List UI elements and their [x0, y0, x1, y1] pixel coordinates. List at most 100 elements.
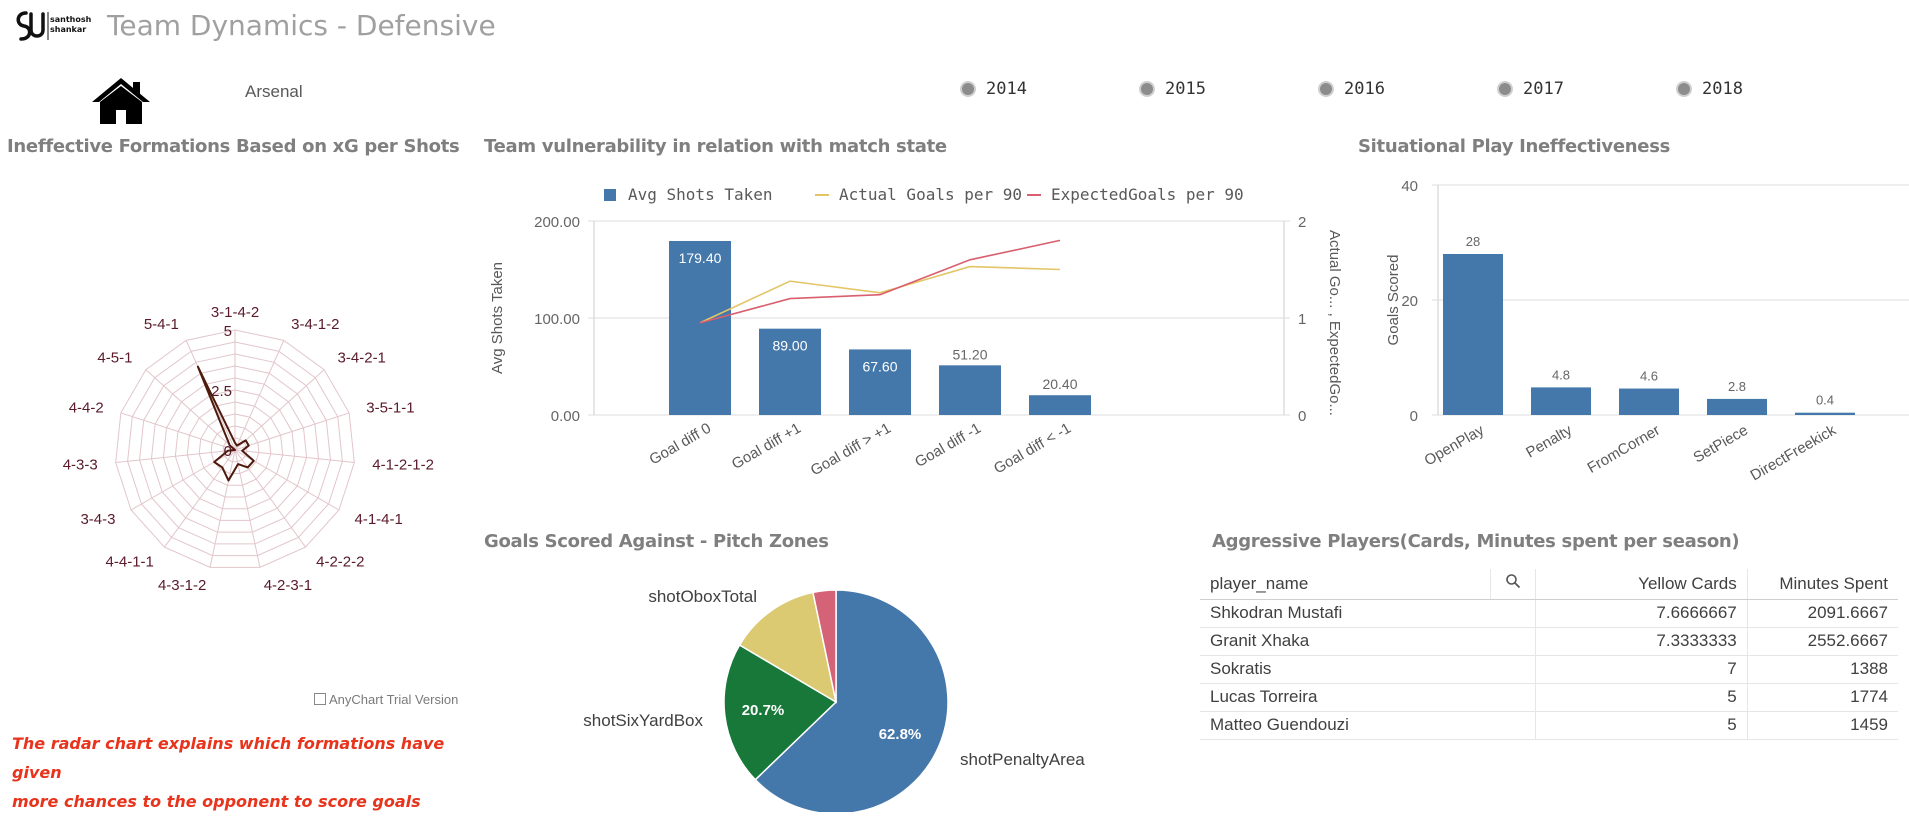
x-tick-label: FromCorner	[1584, 422, 1663, 477]
table-row[interactable]: Shkodran Mustafi 7.6666667 2091.6667	[1200, 599, 1898, 628]
radar-axis-label: 5-4-1	[144, 316, 179, 333]
search-icon[interactable]	[1505, 573, 1521, 589]
legend-label: Avg Shots Taken	[628, 185, 773, 204]
pie-value-label: 20.7%	[742, 702, 785, 719]
bar-avg-shots[interactable]	[669, 240, 731, 415]
y-tick-label: 20	[1401, 293, 1418, 310]
y-tick-label: 40	[1401, 178, 1418, 195]
column-search-cell[interactable]	[1490, 569, 1536, 600]
vulnerability-panel-title: Team vulnerability in relation with matc…	[484, 136, 947, 157]
radar-spoke	[234, 340, 285, 451]
radar-chart: 3-1-4-2 3-4-1-2 3-4-2-1 3-5-1-1 4-1-2-1-2 4-1…	[63, 304, 434, 594]
x-tick-label: DirectFreekick	[1747, 421, 1839, 484]
radar-axis-label: 3-4-3	[80, 511, 115, 528]
home-icon	[92, 78, 150, 124]
bar-data-label: 20.40	[1042, 376, 1077, 392]
radio-icon	[1139, 81, 1155, 97]
pie-category-label: shotOboxTotal	[648, 587, 757, 606]
radar-spoke	[145, 369, 236, 451]
bar-data-label: 179.40	[679, 250, 722, 266]
line-expected-goals	[699, 239, 1061, 324]
y-tick-label: 100.00	[534, 311, 580, 328]
radio-icon	[960, 81, 976, 97]
x-tick-label: Goal diff 0	[647, 420, 714, 469]
x-tick-label: Goal diff -1	[912, 420, 984, 471]
y-axis-title: Avg Shots Taken	[489, 262, 506, 374]
pie-category-label: shotSixYardBox	[583, 711, 703, 730]
bar-data-label: 51.20	[952, 346, 987, 362]
bar-avg-shots[interactable]	[1029, 395, 1091, 415]
logo-text: santhosh shankar	[50, 15, 92, 34]
bar-data-label: 0.4	[1816, 393, 1834, 408]
player-name-cell: Matteo Guendouzi	[1200, 711, 1536, 740]
situational-chart: 0 20 40 Goals Scored 28 4.8 4.6 2.8 0.4 OpenPla…	[1385, 178, 1909, 484]
table-row[interactable]: Granit Xhaka 7.3333333 2552.6667	[1200, 627, 1898, 656]
pitch-zones-pie: shotPenaltyArea 62.8% shotSixYardBox 20.7% s…	[583, 587, 1085, 812]
yellow-cards-cell: 7.3333333	[1535, 627, 1748, 656]
player-name-cell: Granit Xhaka	[1200, 627, 1536, 656]
radar-axis-label: 4-1-4-1	[355, 511, 403, 528]
radar-axis-label: 4-4-2	[69, 399, 104, 416]
players-table-container: player_name Yellow Cards Minutes Spent S…	[1200, 569, 1900, 740]
x-tick-label: Goal diff > +1	[808, 420, 894, 480]
app-logo[interactable]: santhosh shankar	[12, 8, 92, 44]
radar-axis-label: 3-4-1-2	[291, 316, 339, 333]
radar-note-line1: The radar chart explains which formation…	[12, 734, 445, 782]
bar-data-label: 4.6	[1640, 369, 1658, 384]
situational-panel-title: Situational Play Ineffectiveness	[1358, 136, 1671, 157]
x-tick-label: Penalty	[1523, 421, 1575, 461]
bar-data-label: 28	[1466, 234, 1480, 249]
radar-note: The radar chart explains which formation…	[12, 729, 472, 816]
x-tick-label: SetPiece	[1690, 422, 1751, 467]
pitch-panel-title: Goals Scored Against - Pitch Zones	[484, 531, 829, 552]
bar-goals-scored[interactable]	[1619, 388, 1679, 415]
y-axis-title: Goals Scored	[1385, 255, 1402, 346]
year-option-2018[interactable]: 2018	[1676, 79, 1743, 99]
bar-goals-scored[interactable]	[1531, 387, 1591, 415]
legend-label: ExpectedGoals per 90	[1051, 185, 1244, 204]
y2-tick-label: 2	[1298, 214, 1306, 231]
y2-tick-label: 0	[1298, 408, 1306, 425]
radar-tick-label: 2.5	[211, 383, 232, 400]
radio-icon	[1676, 81, 1692, 97]
app-title: Team Dynamics - Defensive	[107, 9, 496, 42]
year-option-2017[interactable]: 2017	[1497, 79, 1564, 99]
minutes-spent-cell: 2552.6667	[1746, 627, 1898, 656]
column-header-yellow-cards[interactable]: Yellow Cards	[1535, 569, 1748, 600]
radar-axis-label: 4-1-2-1-2	[372, 456, 434, 473]
yellow-cards-cell: 5	[1535, 711, 1748, 740]
bar-data-label: 67.60	[862, 358, 897, 374]
y-tick-label: 0	[1410, 408, 1418, 425]
y2-axis-title: Actual Go... , ExpectedGo...	[1326, 230, 1343, 416]
player-name-cell: Sokratis	[1200, 655, 1536, 684]
year-option-2016[interactable]: 2016	[1318, 79, 1385, 99]
table-row[interactable]: Lucas Torreira 5 1774	[1200, 683, 1898, 712]
pie-value-label: 62.8%	[879, 726, 922, 743]
bar-goals-scored[interactable]	[1795, 412, 1855, 415]
year-option-2014[interactable]: 2014	[960, 79, 1027, 99]
radar-axis-label: 4-3-1-2	[158, 577, 206, 594]
yellow-cards-cell: 7	[1535, 655, 1748, 684]
radar-axis-label: 3-4-2-1	[338, 350, 386, 367]
yellow-cards-cell: 5	[1535, 683, 1748, 712]
legend-label: Actual Goals per 90	[839, 185, 1022, 204]
home-button[interactable]	[90, 76, 152, 126]
radio-icon	[1318, 81, 1334, 97]
bar-data-label: 2.8	[1728, 379, 1746, 394]
bar-data-label: 4.8	[1552, 367, 1570, 382]
year-option-2015[interactable]: 2015	[1139, 79, 1206, 99]
bar-goals-scored[interactable]	[1443, 254, 1503, 415]
table-row[interactable]: Sokratis 7 1388	[1200, 655, 1898, 684]
minutes-spent-cell: 1459	[1746, 711, 1898, 740]
column-header-player-name[interactable]: player_name	[1200, 569, 1491, 600]
table-header-row: player_name Yellow Cards Minutes Spent	[1200, 569, 1898, 600]
table-row[interactable]: Matteo Guendouzi 5 1459	[1200, 711, 1898, 740]
bar-goals-scored[interactable]	[1707, 398, 1767, 415]
radar-tick-label: 5	[224, 323, 232, 340]
bar-avg-shots[interactable]	[939, 365, 1001, 415]
column-header-minutes-spent[interactable]: Minutes Spent	[1746, 569, 1898, 600]
radio-icon	[1497, 81, 1513, 97]
radar-axis-label: 4-5-1	[97, 350, 132, 367]
player-name-cell: Lucas Torreira	[1200, 683, 1536, 712]
bar-data-label: 89.00	[772, 338, 807, 354]
